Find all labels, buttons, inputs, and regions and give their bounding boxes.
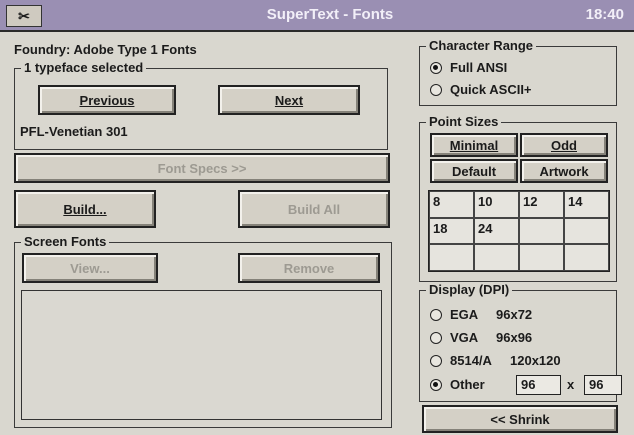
dpi-separator: x <box>567 377 575 392</box>
character-range-group: Character Range <box>419 38 617 106</box>
build-button[interactable]: Build... <box>14 190 156 228</box>
ega-value: 96x72 <box>496 307 533 322</box>
build-all-label: Build All <box>287 201 341 217</box>
next-button-label: Next <box>274 92 304 108</box>
point-size-cell[interactable] <box>564 244 609 271</box>
quick-ascii-label: Quick ASCII+ <box>450 82 532 97</box>
next-button[interactable]: Next <box>218 85 360 115</box>
view-button-label: View... <box>70 260 110 276</box>
font-specs-label: Font Specs >> <box>157 160 247 176</box>
font-specs-button[interactable]: Font Specs >> <box>14 153 390 183</box>
dpi-y-input[interactable]: 96 <box>584 375 622 395</box>
point-size-grid: 8 10 12 14 18 24 <box>428 190 610 272</box>
default-label: Default <box>451 163 497 179</box>
odd-label: Odd <box>551 137 577 153</box>
8514a-label: 8514/A <box>450 353 492 368</box>
system-menu-button[interactable]: ✂ <box>6 5 42 27</box>
clock: 18:40 <box>585 6 624 23</box>
minimal-button[interactable]: Minimal <box>430 133 518 157</box>
ega-label: EGA <box>450 307 479 322</box>
point-size-cell[interactable] <box>474 244 519 271</box>
artwork-button[interactable]: Artwork <box>520 159 608 183</box>
dpi-x-input[interactable]: 96 <box>516 375 561 395</box>
screen-fonts-list[interactable] <box>21 290 382 420</box>
window-title: SuperText - Fonts <box>266 6 394 23</box>
other-label: Other <box>450 377 485 392</box>
vga-radio[interactable]: VGA 96x96 <box>430 330 532 345</box>
shrink-button[interactable]: << Shrink <box>422 405 618 433</box>
point-size-cell[interactable]: 24 <box>474 217 519 245</box>
point-size-cell[interactable] <box>519 217 564 245</box>
odd-button[interactable]: Odd <box>520 133 608 157</box>
character-range-legend: Character Range <box>426 38 537 53</box>
8514a-radio[interactable]: 8514/A 120x120 <box>430 353 561 368</box>
full-ansi-radio[interactable]: Full ANSI <box>430 60 507 75</box>
radio-unselected-icon <box>430 83 442 96</box>
artwork-label: Artwork <box>539 163 589 179</box>
full-ansi-label: Full ANSI <box>450 60 508 75</box>
view-button[interactable]: View... <box>22 253 158 283</box>
foundry-label: Foundry: Adobe Type 1 Fonts <box>14 42 197 57</box>
remove-button-label: Remove <box>283 260 335 276</box>
vga-label: VGA <box>450 330 479 345</box>
scissors-icon: ✂ <box>18 7 30 24</box>
radio-unselected-icon <box>430 308 442 321</box>
ega-radio[interactable]: EGA 96x72 <box>430 307 532 322</box>
remove-button[interactable]: Remove <box>238 253 380 283</box>
screen-fonts-legend: Screen Fonts <box>21 234 110 249</box>
point-size-cell[interactable] <box>519 244 564 271</box>
minimal-label: Minimal <box>449 137 499 153</box>
build-all-button[interactable]: Build All <box>238 190 390 228</box>
build-button-label: Build... <box>63 201 107 217</box>
point-size-cell[interactable]: 12 <box>519 191 564 218</box>
point-sizes-legend: Point Sizes <box>426 114 502 129</box>
default-button[interactable]: Default <box>430 159 518 183</box>
title-bar: ✂ SuperText - Fonts 18:40 <box>0 0 634 32</box>
point-size-cell[interactable]: 14 <box>564 191 609 218</box>
previous-button[interactable]: Previous <box>38 85 176 115</box>
previous-button-label: Previous <box>79 92 135 108</box>
point-size-cell[interactable] <box>564 217 609 245</box>
quick-ascii-radio[interactable]: Quick ASCII+ <box>430 82 532 97</box>
selected-font-name: PFL-Venetian 301 <box>20 124 128 139</box>
other-radio[interactable]: Other <box>430 377 485 392</box>
radio-unselected-icon <box>430 331 442 344</box>
8514a-value: 120x120 <box>510 353 561 368</box>
radio-selected-icon <box>430 61 442 74</box>
display-dpi-legend: Display (DPI) <box>426 282 513 297</box>
typeface-group-legend: 1 typeface selected <box>21 60 147 75</box>
vga-value: 96x96 <box>496 330 533 345</box>
shrink-label: << Shrink <box>490 411 550 427</box>
point-size-cell[interactable]: 8 <box>429 191 474 218</box>
radio-unselected-icon <box>430 354 442 367</box>
point-size-cell[interactable] <box>429 244 474 271</box>
point-size-cell[interactable]: 18 <box>429 217 474 245</box>
radio-selected-icon <box>430 378 442 391</box>
point-size-cell[interactable]: 10 <box>474 191 519 218</box>
